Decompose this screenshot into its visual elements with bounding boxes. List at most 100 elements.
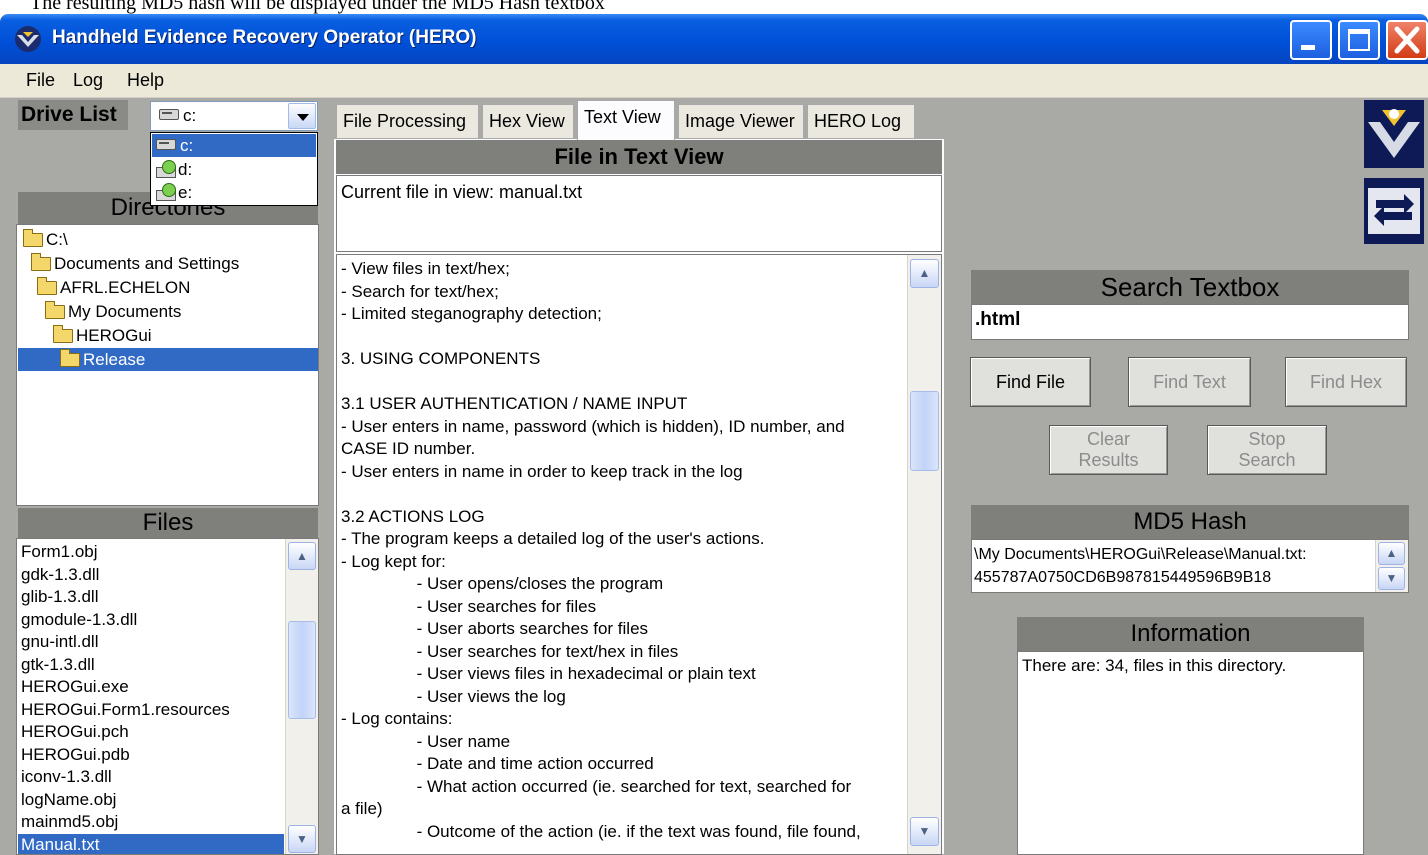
scroll-down-icon[interactable]: ▼ bbox=[910, 817, 939, 846]
drive-option-label: d: bbox=[178, 160, 193, 179]
cd-drive-icon bbox=[156, 160, 176, 178]
list-item[interactable]: logName.obj bbox=[21, 789, 116, 812]
folder-icon bbox=[23, 229, 43, 247]
text-line: - The program keeps a detailed log of th… bbox=[341, 529, 765, 548]
scroll-down-icon[interactable]: ▼ bbox=[288, 825, 316, 853]
tree-item-my-documents[interactable]: My Documents bbox=[45, 300, 181, 323]
text-line: - User name bbox=[341, 731, 511, 751]
list-item[interactable]: gmodule-1.3.dll bbox=[21, 609, 137, 632]
text-line: 3.2 ACTIONS LOG bbox=[341, 506, 485, 526]
text-line: - User opens/closes the program bbox=[341, 574, 664, 593]
drive-option-e[interactable]: e: bbox=[152, 181, 316, 204]
find-hex-button[interactable]: Find Hex bbox=[1285, 357, 1407, 407]
text-line: - Log kept for: bbox=[341, 551, 446, 571]
list-item[interactable]: Form1.obj bbox=[21, 541, 98, 564]
air-force-emblem bbox=[1364, 100, 1424, 168]
drive-option-c[interactable]: c: bbox=[152, 134, 316, 157]
tree-item-c[interactable]: C:\ bbox=[23, 228, 68, 251]
text-line: a file) bbox=[341, 799, 383, 818]
minimize-icon bbox=[1301, 45, 1315, 50]
list-item[interactable]: HEROGui.exe bbox=[21, 676, 129, 699]
list-item[interactable]: gnu-intl.dll bbox=[21, 631, 99, 654]
md5-hash-output[interactable]: \My Documents\HEROGui\Release\Manual.txt… bbox=[971, 539, 1409, 593]
files-scrollbar[interactable]: ▲ ▼ bbox=[285, 539, 318, 854]
maximize-button[interactable] bbox=[1338, 20, 1380, 60]
search-input[interactable]: .html bbox=[971, 304, 1409, 340]
text-line: - User searches for text/hex in files bbox=[341, 641, 679, 661]
current-file-label: Current file in view: manual.txt bbox=[341, 182, 583, 202]
information-header: Information bbox=[1017, 617, 1364, 651]
scroll-up-icon[interactable]: ▲ bbox=[288, 542, 316, 570]
cd-drive-icon bbox=[156, 183, 176, 201]
air-force-emblem-icon bbox=[1368, 109, 1420, 158]
tree-item-afrl-echelon[interactable]: AFRL.ECHELON bbox=[37, 276, 190, 299]
close-icon bbox=[1394, 26, 1420, 54]
tab-hero-log[interactable]: HERO Log bbox=[807, 104, 915, 138]
list-item[interactable]: HEROGui.pdb bbox=[21, 744, 130, 767]
drive-select[interactable]: c: bbox=[150, 101, 318, 131]
files-list[interactable]: Form1.obj gdk-1.3.dll glib-1.3.dll gmodu… bbox=[16, 538, 319, 855]
file-text-content[interactable]: - View files in text/hex; - Search for t… bbox=[336, 254, 942, 855]
tab-hex-view[interactable]: Hex View bbox=[482, 104, 574, 138]
find-file-button[interactable]: Find File bbox=[970, 357, 1091, 407]
tree-item-label: Release bbox=[83, 350, 146, 369]
drive-dropdown-list: c: d: e: bbox=[150, 132, 318, 206]
stop-search-label-2: Search bbox=[1238, 450, 1296, 470]
list-item[interactable]: glib-1.3.dll bbox=[21, 586, 99, 609]
stop-search-label-1: Stop bbox=[1248, 429, 1286, 449]
chevron-down-icon[interactable] bbox=[288, 103, 316, 129]
information-text: There are: 34, files in this directory. bbox=[1022, 656, 1287, 675]
list-item[interactable]: gtk-1.3.dll bbox=[21, 654, 95, 677]
list-item[interactable]: HEROGui.pch bbox=[21, 721, 129, 744]
minimize-button[interactable] bbox=[1290, 20, 1332, 60]
list-item-selected[interactable]: Manual.txt bbox=[18, 833, 284, 854]
top-caption-text: The resulting MD5 hash will be displayed… bbox=[30, 0, 605, 14]
scroll-thumb[interactable] bbox=[910, 391, 939, 471]
search-input-value: .html bbox=[975, 309, 1021, 330]
find-text-button[interactable]: Find Text bbox=[1128, 357, 1251, 407]
menu-log[interactable]: Log bbox=[73, 70, 103, 91]
text-line: - User views files in hexadecimal or pla… bbox=[341, 664, 756, 683]
list-item[interactable]: HEROGui.Form1.resources bbox=[21, 699, 230, 722]
tab-file-processing[interactable]: File Processing bbox=[336, 104, 479, 138]
tree-item-herogui[interactable]: HEROGui bbox=[53, 324, 152, 347]
clear-results-button[interactable]: Clear Results bbox=[1049, 425, 1168, 475]
md5-path: \My Documents\HEROGui\Release\Manual.txt… bbox=[974, 546, 1307, 563]
tree-item-release[interactable]: Release bbox=[18, 348, 318, 371]
tree-item-documents-and-settings[interactable]: Documents and Settings bbox=[31, 252, 239, 275]
tab-text-view[interactable]: Text View bbox=[577, 100, 675, 140]
list-item[interactable]: gdk-1.3.dll bbox=[21, 564, 99, 587]
scroll-up-icon[interactable]: ▲ bbox=[1378, 542, 1405, 565]
text-line: - Log contains: bbox=[341, 709, 453, 728]
tree-item-label: My Documents bbox=[68, 302, 182, 321]
text-line: - What action occurred (ie. searched for… bbox=[341, 776, 852, 796]
text-line: - Limited steganography detection; bbox=[341, 304, 602, 323]
stop-search-button[interactable]: Stop Search bbox=[1207, 425, 1327, 475]
folder-icon bbox=[45, 301, 65, 319]
drive-option-label: e: bbox=[178, 183, 193, 202]
md5-scrollbar[interactable]: ▲ ▼ bbox=[1375, 540, 1408, 592]
scroll-up-icon[interactable]: ▲ bbox=[910, 259, 939, 288]
clear-results-label-1: Clear bbox=[1086, 429, 1130, 449]
menu-help[interactable]: Help bbox=[127, 70, 164, 91]
text-scrollbar[interactable]: ▲ ▼ bbox=[907, 255, 941, 854]
md5-hash-header: MD5 Hash bbox=[971, 505, 1409, 539]
list-item[interactable]: mainmd5.obj bbox=[21, 811, 118, 834]
menu-file[interactable]: File bbox=[26, 70, 55, 91]
list-item[interactable]: iconv-1.3.dll bbox=[21, 766, 112, 789]
text-line: - Date and time action occurred bbox=[341, 754, 654, 773]
tree-item-label: C:\ bbox=[46, 230, 68, 249]
text-line: - User searches for files bbox=[341, 596, 597, 616]
text-line: - Search for text/hex; bbox=[341, 281, 499, 301]
tab-image-viewer[interactable]: Image Viewer bbox=[678, 104, 804, 138]
text-line: - View files in text/hex; bbox=[341, 259, 510, 278]
close-button[interactable] bbox=[1386, 20, 1428, 60]
directories-tree[interactable]: C:\ Documents and Settings AFRL.ECHELON … bbox=[16, 224, 319, 506]
scroll-thumb[interactable] bbox=[288, 621, 316, 719]
scroll-down-icon[interactable]: ▼ bbox=[1378, 567, 1405, 590]
text-line: 3.1 USER AUTHENTICATION / NAME INPUT bbox=[341, 394, 688, 413]
clear-results-label-2: Results bbox=[1078, 450, 1139, 470]
drive-option-d[interactable]: d: bbox=[152, 158, 316, 181]
drive-option-label: c: bbox=[180, 136, 194, 155]
afrl-seal-icon bbox=[1368, 188, 1420, 234]
